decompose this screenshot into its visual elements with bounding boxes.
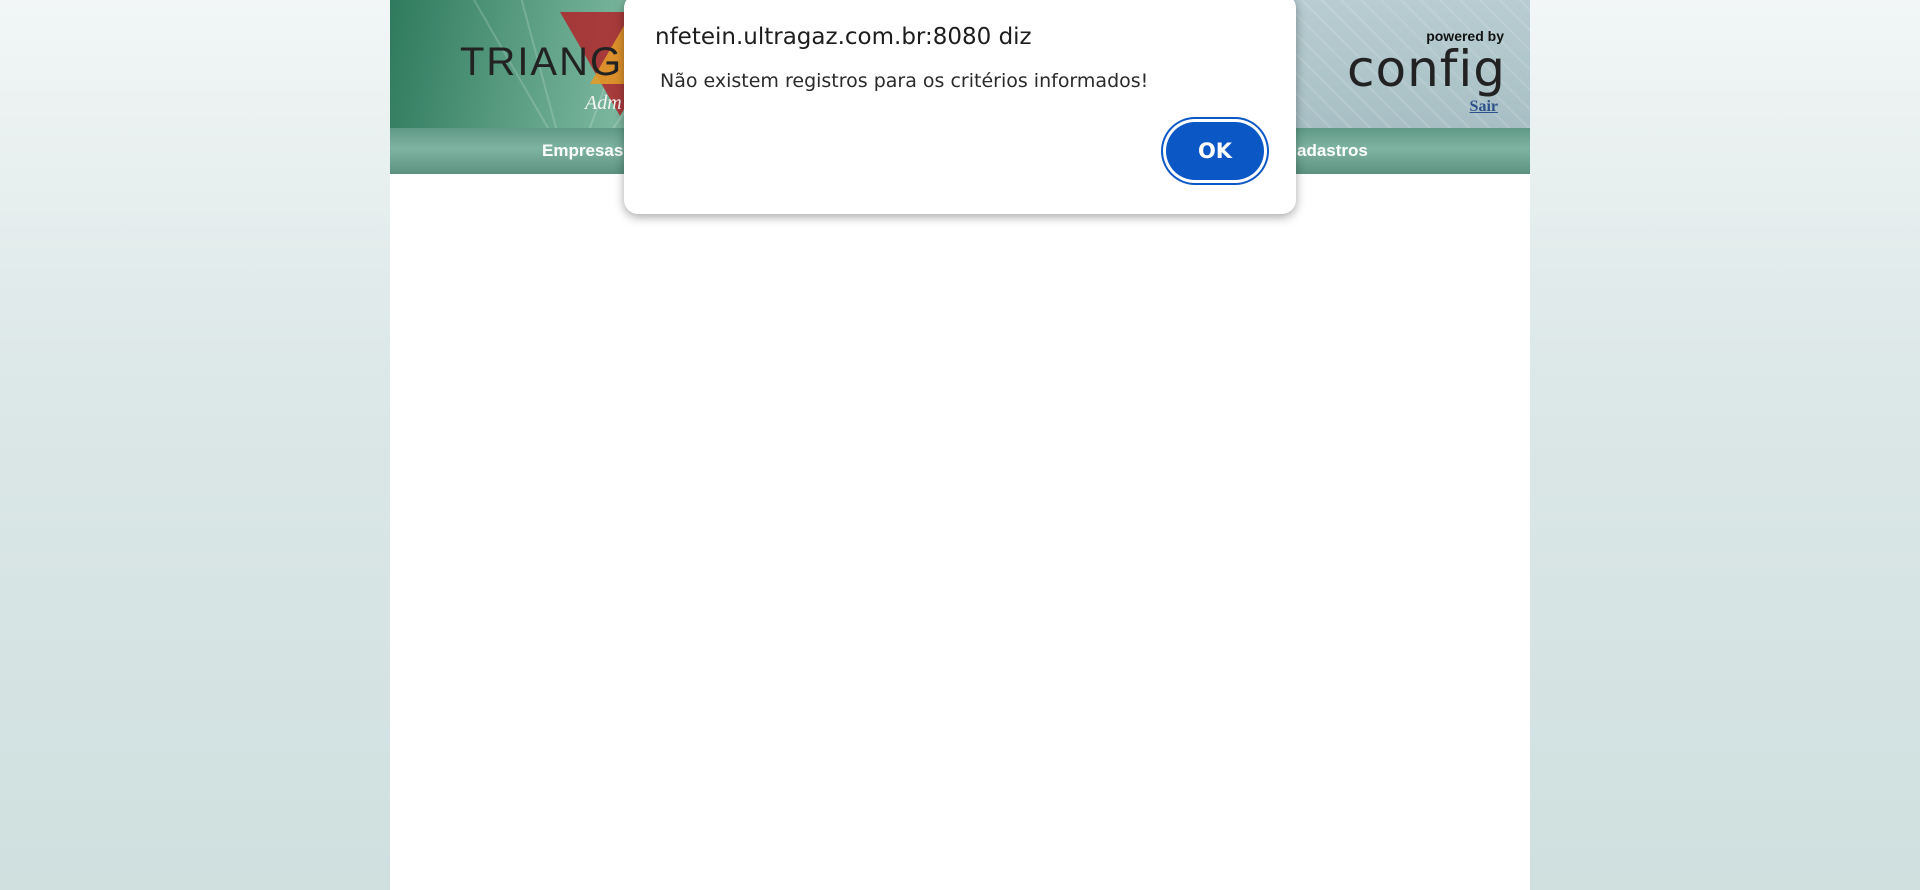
config-logo: config <box>1346 40 1506 98</box>
alert-message: Não existem registros para os critérios … <box>660 70 1149 92</box>
logo-subtitle: Adm <box>585 92 622 114</box>
nav-item-empresas[interactable]: Empresas <box>542 141 623 161</box>
logout-link[interactable]: Sair <box>1470 98 1498 116</box>
alert-dialog: nfetein.ultragaz.com.br:8080 diz Não exi… <box>624 0 1296 214</box>
alert-title: nfetein.ultragaz.com.br:8080 diz <box>655 24 1032 50</box>
ok-button[interactable]: OK <box>1166 122 1264 180</box>
nav-item-cadastros[interactable]: adastros <box>1297 141 1368 161</box>
